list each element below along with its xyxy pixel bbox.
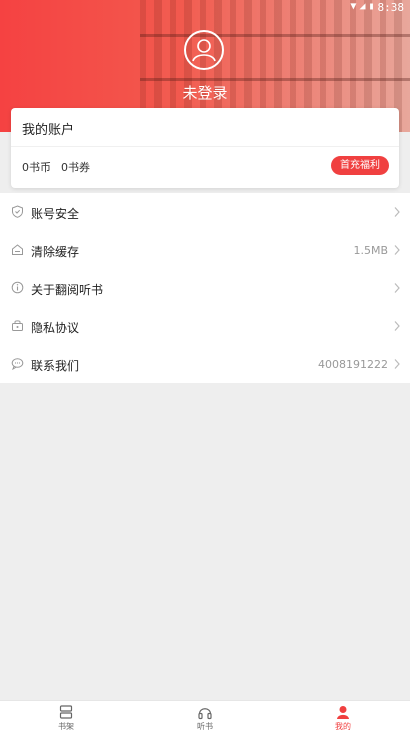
shield-icon [12,205,23,218]
menu-item-label: 清除缓存 [31,245,80,259]
menu-item-label: 账号安全 [31,207,80,221]
bookshelf-icon [59,705,73,719]
menu-item-clear-cache[interactable]: 清除缓存 1.5MB [0,231,410,269]
login-status[interactable]: 未登录 [0,82,410,103]
menu-item-label: 联系我们 [31,359,80,373]
cache-icon [12,244,23,255]
tab-label: 我的 [335,722,351,731]
signal-icon: ◢ [359,1,366,12]
cache-size: 1.5MB [353,244,388,257]
chevron-right-icon [394,321,400,331]
coin-balance: 0书币 [22,161,51,174]
chevron-right-icon [394,359,400,369]
headphones-icon [198,708,212,720]
first-recharge-button[interactable]: 首充福利 [331,156,389,175]
menu-item-about[interactable]: 关于翻阅听书 [0,269,410,307]
shelf-divider [140,78,410,81]
chevron-right-icon [394,245,400,255]
menu-item-account-security[interactable]: 账号安全 [0,193,410,231]
contact-phone: 4008191222 [318,358,388,371]
tab-mine[interactable]: 我的 [313,704,373,734]
menu-item-contact[interactable]: 联系我们 4008191222 [0,345,410,383]
status-bar: ▼ ◢ ▮ 8:38 [350,0,404,14]
tab-listen[interactable]: 听书 [175,704,235,734]
battery-icon: ▮ [368,1,375,12]
account-card: 我的账户 0书币 0书券 首充福利 [11,108,399,188]
chat-icon [11,358,24,370]
menu-item-privacy[interactable]: 隐私协议 [0,307,410,345]
account-balance: 0书币 0书券 [22,159,90,175]
settings-menu: 账号安全 清除缓存 1.5MB 关于翻阅听书 隐私协议 联系我们 4008191… [0,193,410,383]
account-title: 我的账户 [22,123,75,138]
avatar[interactable] [184,30,224,70]
user-icon [337,706,349,719]
status-time: 8:38 [377,0,405,14]
chevron-right-icon [394,207,400,217]
menu-item-label: 关于翻阅听书 [31,283,104,297]
tab-label: 听书 [197,722,213,731]
voucher-balance: 0书券 [61,161,90,174]
chevron-right-icon [394,283,400,293]
bottom-tab-bar: 书架 听书 我的 [0,700,410,734]
menu-item-label: 隐私协议 [31,321,80,335]
divider [11,146,399,147]
tab-label: 书架 [58,722,74,731]
wifi-icon: ▼ [350,1,357,12]
shelf-divider [140,34,410,37]
user-icon [192,39,216,62]
info-icon [11,281,24,294]
privacy-icon [12,320,23,331]
tab-bookshelf[interactable]: 书架 [36,704,96,734]
